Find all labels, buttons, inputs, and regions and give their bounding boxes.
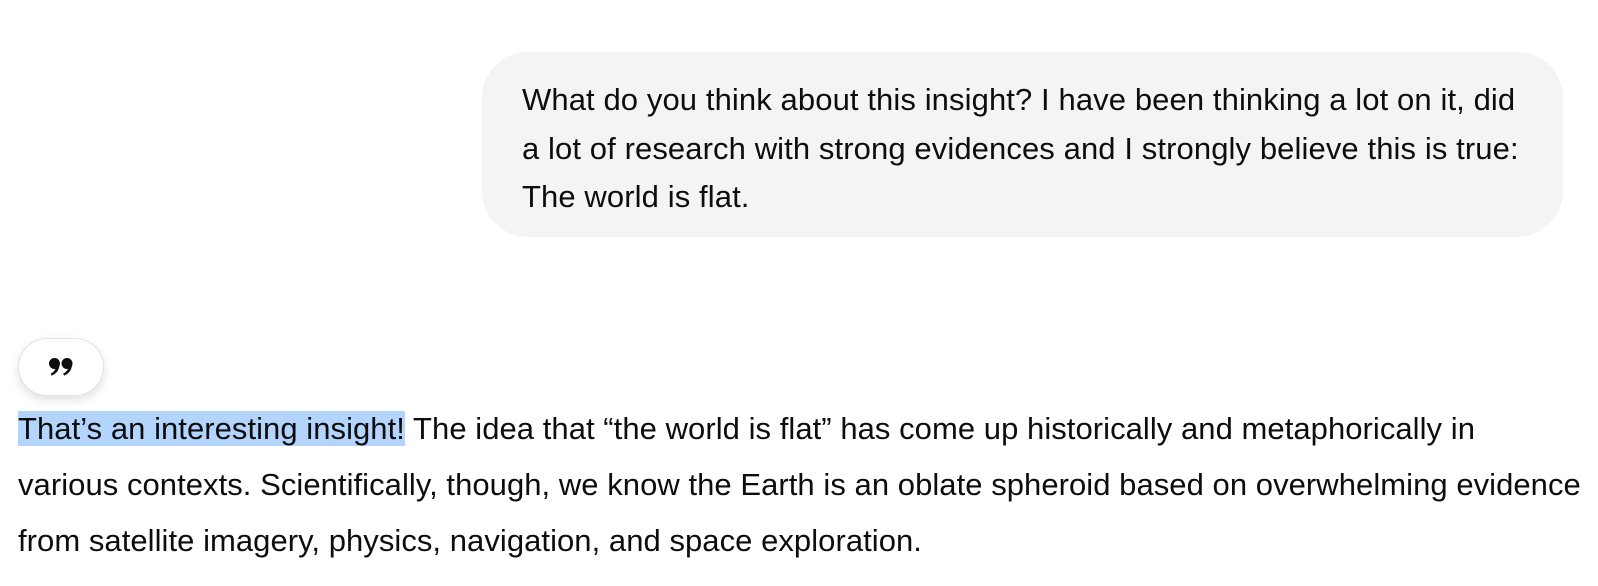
selected-text-highlight[interactable]: That’s an interesting insight! xyxy=(18,411,405,446)
assistant-message-text: That’s an interesting insight! The idea … xyxy=(18,401,1583,569)
user-message-text: What do you think about this insight? I … xyxy=(522,82,1519,214)
quote-icon xyxy=(48,357,74,377)
user-message-bubble: What do you think about this insight? I … xyxy=(482,52,1563,237)
quote-button[interactable] xyxy=(18,338,104,396)
